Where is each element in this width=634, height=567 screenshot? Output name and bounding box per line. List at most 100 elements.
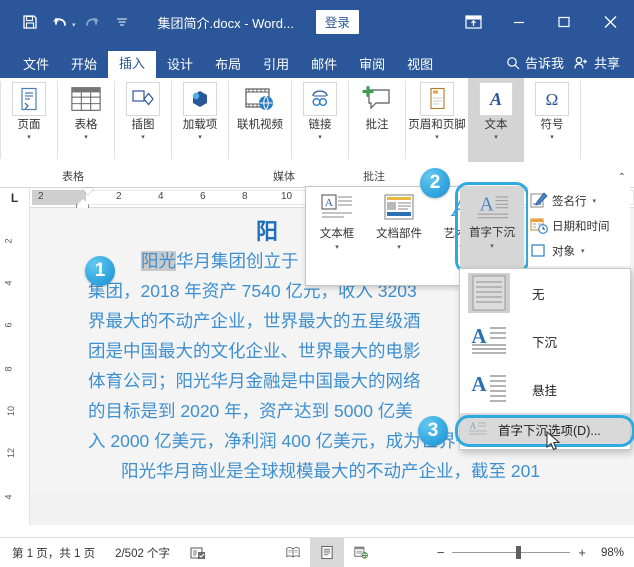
tab-home[interactable]: 开始	[60, 54, 108, 78]
zoom-out-button[interactable]: −	[437, 545, 445, 560]
redo-icon[interactable]	[78, 8, 106, 36]
chevron-down-icon[interactable]: ▾	[490, 242, 494, 250]
command-signature-line[interactable]: 签名行 ▾	[528, 188, 630, 213]
ribbon-tabs: 文件 开始 插入 设计 布局 引用 邮件 审阅 视图 告诉我 共享	[0, 44, 634, 78]
tab-references[interactable]: 引用	[252, 54, 300, 78]
dropcap-options-icon: A	[468, 420, 488, 438]
ribbon-label-header-footer: 页眉和页脚	[408, 119, 466, 132]
ribbon-button-table[interactable]: 表格 ▾	[58, 78, 114, 162]
menu-item-dropcap-options[interactable]: A 首字下沉选项(D)...	[460, 414, 630, 444]
object-icon	[530, 242, 548, 260]
ribbon-button-text[interactable]: A 文本 ▾	[468, 78, 524, 162]
svg-text:A: A	[471, 372, 487, 396]
text-group-right-commands: 签名行 ▾ 日期和时间 对象 ▾	[528, 186, 630, 266]
chevron-down-icon[interactable]: ▾	[335, 243, 339, 251]
menu-item-dropped[interactable]: A 下沉	[460, 317, 630, 365]
ribbon-button-pages[interactable]: 页面 ▾	[1, 78, 57, 162]
zoom-in-button[interactable]: +	[578, 545, 586, 560]
title-bar: ▾ 集团简介.docx - Word... 登录	[0, 0, 634, 44]
proofing-icon[interactable]	[180, 538, 216, 567]
search-icon	[506, 56, 520, 70]
text-box-icon: A	[319, 191, 355, 223]
word-count[interactable]: 2/502 个字	[105, 538, 180, 567]
chevron-down-icon[interactable]: ▾	[494, 133, 498, 141]
chevron-down-icon[interactable]: ▾	[550, 133, 554, 141]
menu-item-margin[interactable]: A 悬挂	[460, 365, 630, 413]
chevron-down-icon[interactable]: ▾	[198, 133, 202, 141]
ribbon-button-symbol[interactable]: Ω 符号 ▾	[524, 78, 580, 162]
zoom-level[interactable]: 98%	[586, 547, 624, 559]
undo-dropdown-icon[interactable]: ▾	[72, 21, 76, 29]
first-line-indent-marker[interactable]	[82, 188, 94, 195]
share-button[interactable]: 共享	[574, 53, 620, 78]
ribbon-button-link[interactable]: 链接 ▾	[292, 78, 348, 162]
undo-icon[interactable]	[46, 8, 74, 36]
print-layout-button[interactable]	[310, 538, 344, 567]
zoom-slider[interactable]	[452, 538, 570, 567]
share-label: 共享	[594, 53, 620, 72]
page-indicator[interactable]: 第 1 页，共 1 页	[0, 538, 105, 567]
drop-cap-label: 首字下沉	[469, 224, 515, 240]
save-icon[interactable]	[16, 8, 44, 36]
ribbon-label-text: 文本	[485, 119, 508, 132]
svg-text:A: A	[479, 194, 494, 216]
tab-file[interactable]: 文件	[12, 54, 60, 78]
ribbon-button-comment[interactable]: 批注	[349, 78, 405, 162]
document-paragraph-line: 阳光华月商业是全球规模最大的不动产企业，截至 201	[31, 456, 634, 486]
ribbon-button-illustrations[interactable]: 插图 ▾	[115, 78, 171, 162]
object-label: 对象	[552, 243, 575, 259]
group-label-table: 表格	[62, 168, 84, 184]
ribbon-label-online-video: 联机视频	[237, 119, 283, 132]
ruler-tick: 10	[281, 191, 292, 202]
command-date-time[interactable]: 日期和时间	[528, 213, 630, 238]
sign-in-button[interactable]: 登录	[316, 10, 359, 34]
dropcap-options-label: 首字下沉选项(D)...	[498, 420, 601, 439]
chevron-down-icon[interactable]: ▾	[435, 133, 439, 141]
chevron-down-icon[interactable]: ▾	[141, 133, 145, 141]
chevron-down-icon[interactable]: ▾	[84, 133, 88, 141]
close-button[interactable]	[586, 0, 634, 44]
step-badge-2: 2	[420, 168, 450, 198]
comment-icon	[360, 82, 394, 116]
collapse-ribbon-icon[interactable]: ⌃	[618, 172, 626, 183]
tab-view[interactable]: 视图	[396, 54, 444, 78]
command-object[interactable]: 对象 ▾	[528, 238, 630, 263]
tab-design[interactable]: 设计	[156, 54, 204, 78]
tab-stop-left-icon[interactable]: L	[0, 188, 30, 208]
menu-item-none[interactable]: 无	[460, 269, 630, 317]
illustration-icon	[126, 82, 160, 116]
read-mode-button[interactable]	[276, 538, 310, 567]
panel-button-text-box[interactable]: A 文本框 ▾	[306, 191, 368, 285]
ribbon-button-addins[interactable]: 加载项 ▾	[172, 78, 228, 162]
ribbon-label-pages: 页面	[18, 119, 41, 132]
chevron-down-icon[interactable]: ▾	[27, 133, 31, 141]
panel-label-text-box: 文本框	[320, 225, 355, 241]
maximize-button[interactable]	[541, 0, 586, 44]
quick-parts-icon	[381, 191, 417, 223]
drop-cap-button[interactable]: A 首字下沉 ▾	[460, 186, 524, 268]
customize-qat-icon[interactable]	[108, 8, 136, 36]
tab-layout[interactable]: 布局	[204, 54, 252, 78]
ribbon-button-online-video[interactable]: 联机视频	[229, 78, 291, 162]
tell-me-button[interactable]: 告诉我	[506, 53, 564, 78]
table-icon	[69, 82, 103, 116]
tab-review[interactable]: 审阅	[348, 54, 396, 78]
link-icon	[303, 82, 337, 116]
ruler-tick-left: 2	[38, 191, 44, 202]
chevron-down-icon[interactable]: ▾	[593, 197, 597, 205]
ribbon-display-options-icon[interactable]	[451, 0, 496, 44]
vertical-ruler[interactable]: 2 4 6 8 10 12 4	[0, 208, 30, 525]
chevron-down-icon[interactable]: ▾	[581, 247, 585, 255]
vruler-tick: 10	[6, 406, 16, 416]
minimize-button[interactable]	[496, 0, 541, 44]
chevron-down-icon[interactable]: ▾	[318, 133, 322, 141]
signature-line-label: 签名行	[552, 193, 587, 209]
step-badge-3: 3	[418, 416, 448, 446]
panel-button-quick-parts[interactable]: 文档部件 ▾	[368, 191, 430, 285]
chevron-down-icon[interactable]: ▾	[397, 243, 401, 251]
tab-insert[interactable]: 插入	[108, 51, 156, 78]
ribbon-button-header-footer[interactable]: 页眉和页脚 ▾	[406, 78, 468, 162]
zoom-slider-thumb[interactable]	[516, 546, 521, 559]
web-layout-button[interactable]	[344, 538, 378, 567]
tab-mailings[interactable]: 邮件	[300, 54, 348, 78]
